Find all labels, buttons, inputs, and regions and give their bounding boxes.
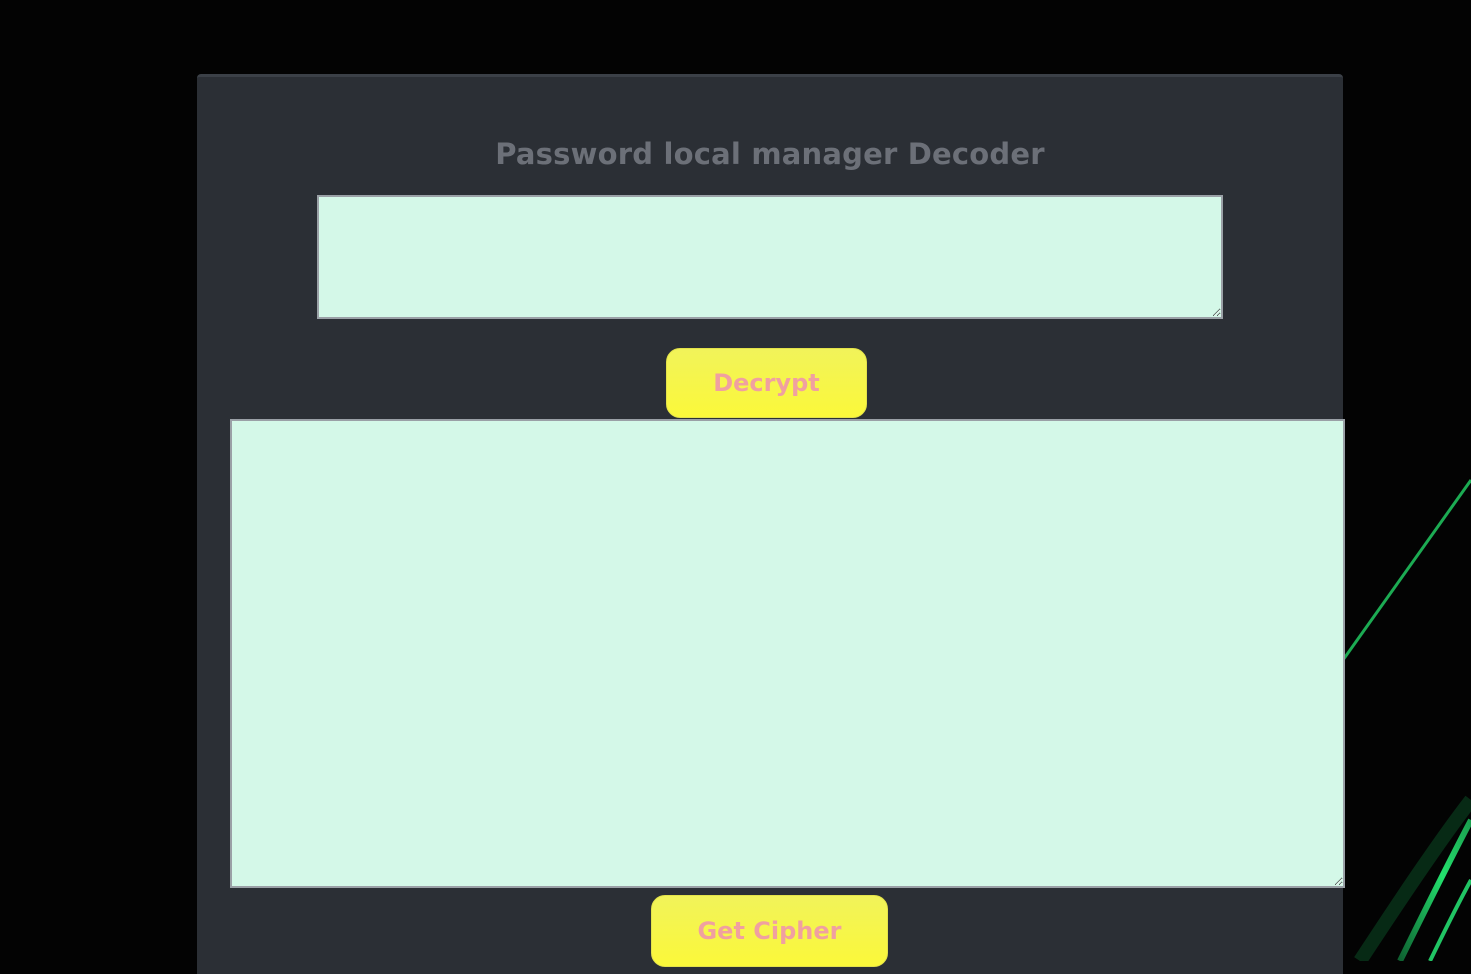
decoder-panel: Password local manager Decoder Decrypt G… (197, 74, 1345, 974)
decrypt-button[interactable]: Decrypt (666, 348, 867, 418)
decoded-output-field[interactable] (230, 419, 1345, 888)
page-title: Password local manager Decoder (495, 137, 1045, 171)
cipher-input-field[interactable] (317, 195, 1223, 319)
get-cipher-button[interactable]: Get Cipher (651, 895, 888, 967)
